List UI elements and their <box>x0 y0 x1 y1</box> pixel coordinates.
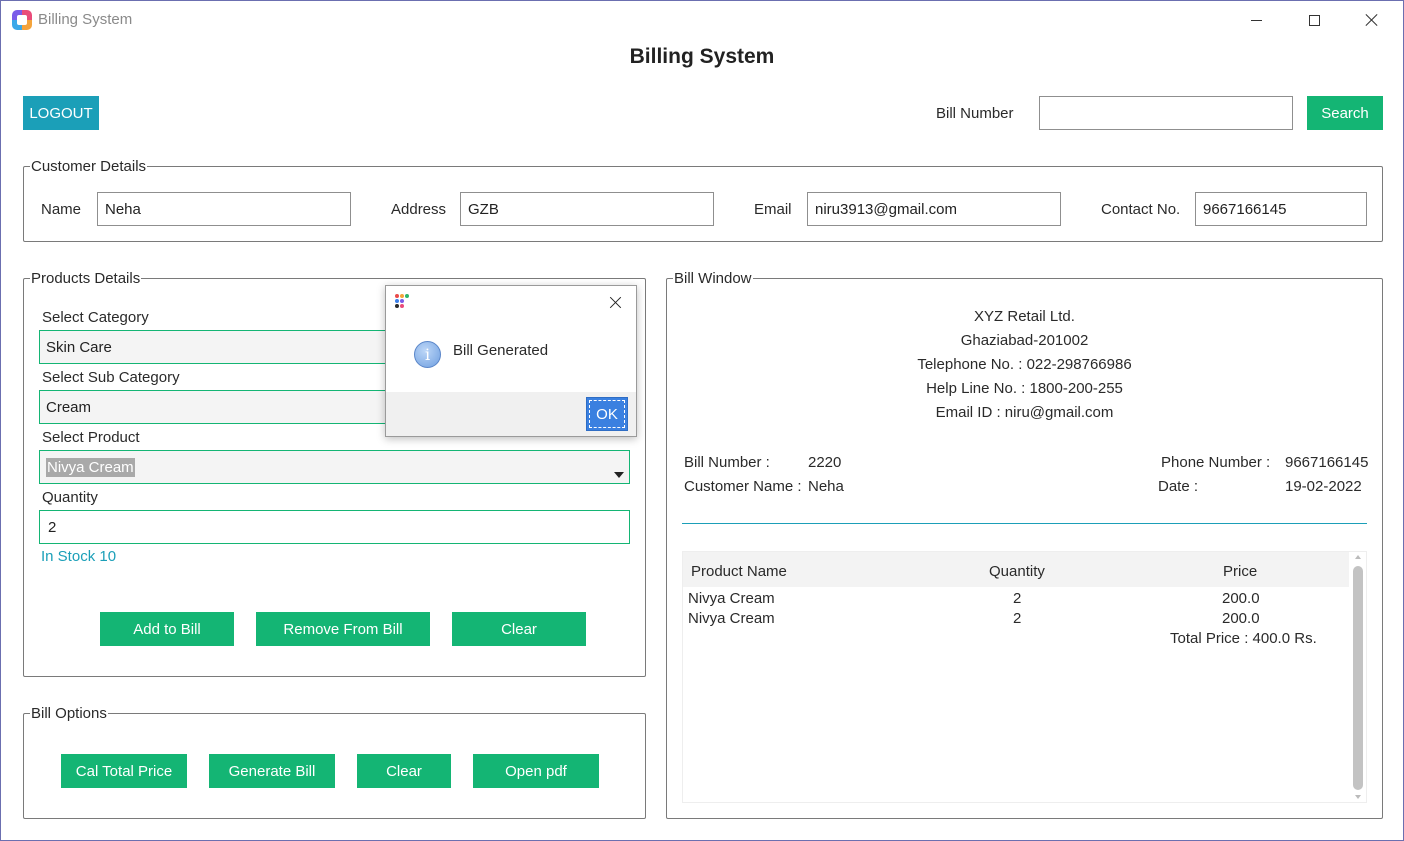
open-pdf-button[interactable]: Open pdf <box>473 754 599 788</box>
scrollbar-thumb[interactable] <box>1353 566 1363 790</box>
table-row-price: 200.0 <box>1222 610 1260 627</box>
add-to-bill-button[interactable]: Add to Bill <box>100 612 234 646</box>
icon-dot <box>400 294 404 298</box>
bill-window-legend: Bill Window <box>673 270 753 287</box>
product-select[interactable]: Nivya Cream <box>39 450 630 484</box>
bill-items-table[interactable]: Product Name Quantity Price Nivya Cream … <box>682 551 1367 803</box>
company-city: Ghaziabad-201002 <box>960 332 1089 349</box>
company-helpline: Help Line No. : 1800-200-255 <box>926 380 1123 397</box>
column-header-quantity: Quantity <box>989 563 1045 580</box>
bill-divider <box>682 523 1367 524</box>
info-icon: i <box>414 341 441 368</box>
customer-name-value: Neha <box>808 478 844 495</box>
stock-status: In Stock 10 <box>41 548 117 565</box>
minimize-icon <box>1250 19 1262 21</box>
category-label: Select Category <box>42 309 149 326</box>
table-row-product: Nivya Cream <box>688 590 775 607</box>
phone-number-label: Phone Number : <box>1161 454 1271 471</box>
column-header-product: Product Name <box>691 563 787 580</box>
dialog-close-icon[interactable] <box>605 292 627 314</box>
ok-button[interactable]: OK <box>586 397 628 431</box>
close-icon <box>1365 13 1379 27</box>
contact-field[interactable]: 9667166145 <box>1195 192 1367 226</box>
logout-button[interactable]: LOGOUT <box>23 96 99 130</box>
close-window-button[interactable] <box>1343 1 1401 39</box>
company-name: XYZ Retail Ltd. <box>974 308 1075 325</box>
bill-number-label: Bill Number : <box>684 454 770 471</box>
cal-total-price-button[interactable]: Cal Total Price <box>61 754 187 788</box>
name-label: Name <box>41 201 82 218</box>
subcategory-label: Select Sub Category <box>42 369 180 386</box>
scroll-up-icon[interactable] <box>1355 555 1361 559</box>
table-row-price: 200.0 <box>1222 590 1260 607</box>
icon-dot <box>400 299 404 303</box>
quantity-field[interactable]: 2 <box>39 510 630 544</box>
date-label: Date : <box>1158 478 1199 495</box>
address-field[interactable]: GZB <box>460 192 714 226</box>
address-label: Address <box>391 201 447 218</box>
dialog-body: i Bill Generated <box>386 286 636 392</box>
app-logo-icon <box>12 10 32 30</box>
company-telephone: Telephone No. : 022-298766986 <box>917 356 1132 373</box>
name-field[interactable]: Neha <box>97 192 351 226</box>
title-bar: Billing System <box>1 1 1403 39</box>
total-price: Total Price : 400.0 Rs. <box>1170 630 1317 647</box>
column-header-price: Price <box>1223 563 1258 580</box>
window-title: Billing System <box>38 11 133 28</box>
clear-products-button[interactable]: Clear <box>452 612 586 646</box>
generate-bill-button[interactable]: Generate Bill <box>209 754 335 788</box>
bill-options-legend: Bill Options <box>30 705 108 722</box>
minimize-button[interactable] <box>1227 1 1285 39</box>
quantity-label: Quantity <box>42 489 98 506</box>
email-label: Email <box>754 201 792 218</box>
scroll-down-icon[interactable] <box>1355 795 1361 799</box>
bill-number-value: 2220 <box>808 454 842 471</box>
table-row-quantity: 2 <box>1013 590 1022 607</box>
bill-number-search-label: Bill Number <box>936 105 1014 122</box>
product-select-value: Nivya Cream <box>46 457 135 477</box>
message-dialog: i Bill Generated OK <box>385 285 637 437</box>
bill-number-search-input[interactable] <box>1039 96 1293 130</box>
products-details-legend: Products Details <box>30 270 142 287</box>
maximize-button[interactable] <box>1285 1 1343 39</box>
icon-dot <box>395 294 399 298</box>
customer-name-label: Customer Name : <box>684 478 802 495</box>
table-row-quantity: 2 <box>1013 610 1022 627</box>
icon-dot <box>405 294 409 298</box>
contact-label: Contact No. <box>1101 201 1181 218</box>
remove-from-bill-button[interactable]: Remove From Bill <box>256 612 430 646</box>
company-email: Email ID : niru@gmail.com <box>935 404 1114 421</box>
icon-dot <box>400 304 404 308</box>
icon-dot <box>395 299 399 303</box>
email-field[interactable]: niru3913@gmail.com <box>807 192 1061 226</box>
product-label: Select Product <box>42 429 140 446</box>
search-button[interactable]: Search <box>1307 96 1383 130</box>
dialog-app-icon <box>393 293 409 309</box>
bill-scrollbar[interactable] <box>1349 552 1366 802</box>
icon-dot <box>395 304 399 308</box>
chevron-down-icon[interactable] <box>614 472 624 478</box>
maximize-icon <box>1308 14 1320 26</box>
phone-number-value: 9667166145 <box>1285 454 1369 471</box>
table-header: Product Name Quantity Price <box>683 552 1350 587</box>
dialog-message: Bill Generated <box>453 342 549 359</box>
page-title: Billing System <box>629 45 775 68</box>
app-window: Billing System Billing System LOGOUT Bil… <box>0 0 1404 841</box>
customer-details-legend: Customer Details <box>30 158 148 175</box>
clear-bill-button[interactable]: Clear <box>357 754 451 788</box>
table-row-product: Nivya Cream <box>688 610 775 627</box>
date-value: 19-02-2022 <box>1285 478 1362 495</box>
